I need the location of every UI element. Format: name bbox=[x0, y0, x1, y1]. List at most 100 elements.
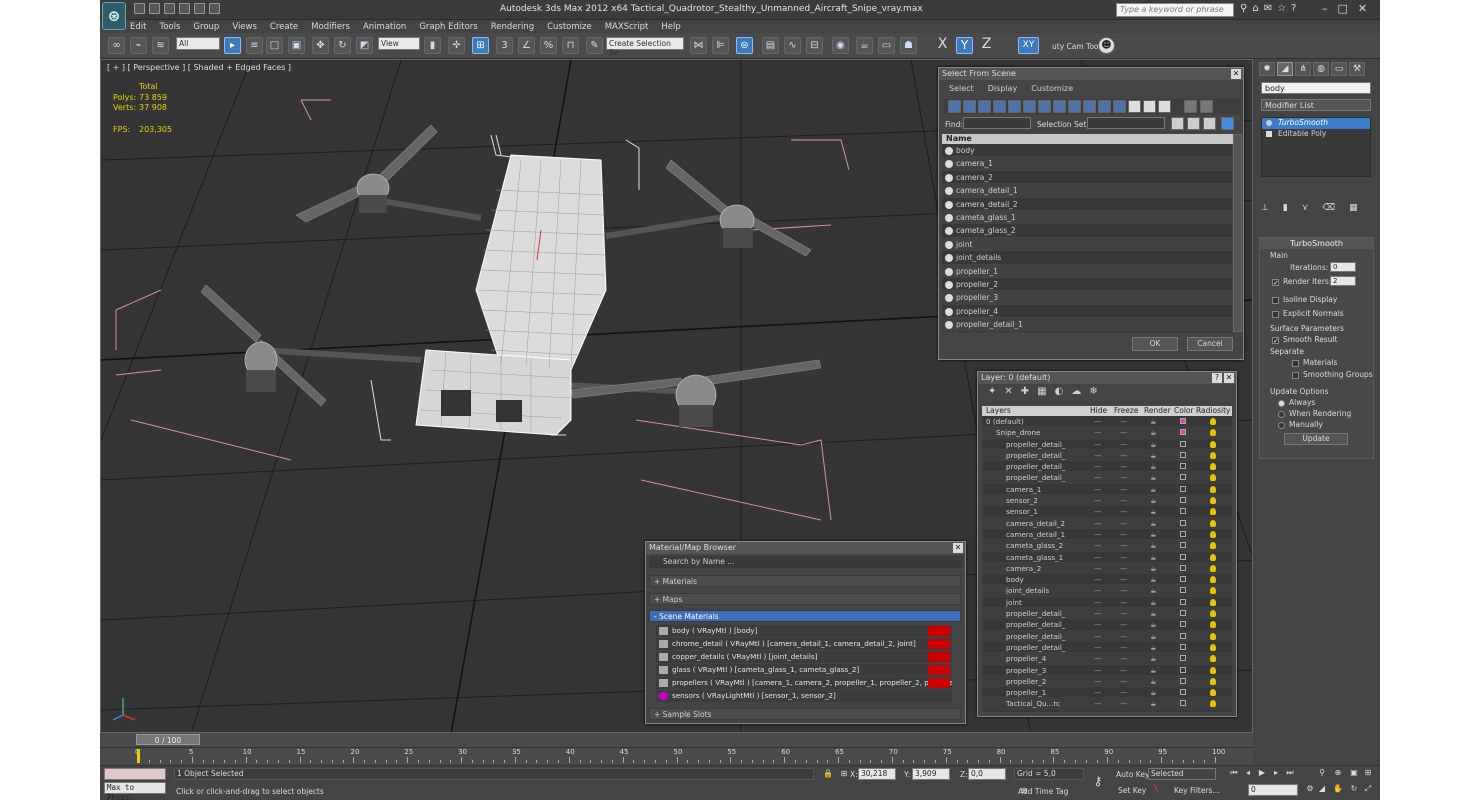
freeze-toggle[interactable]: ---- bbox=[1120, 472, 1127, 483]
axis-y-button[interactable]: Y bbox=[956, 37, 973, 54]
favorites-icon[interactable]: ☆ bbox=[1277, 3, 1286, 14]
freeze-toggle[interactable]: ---- bbox=[1120, 698, 1127, 709]
display-geometry-icon[interactable] bbox=[948, 100, 961, 113]
select-by-name-icon[interactable]: ≡ bbox=[246, 37, 263, 54]
list-item[interactable]: camera_1 bbox=[942, 157, 1232, 171]
pin-stack-icon[interactable]: ⊥ bbox=[1261, 203, 1269, 213]
maximize-icon[interactable]: □ bbox=[1338, 2, 1348, 15]
hide-toggle[interactable]: ---- bbox=[1094, 450, 1101, 461]
freeze-toggle[interactable]: ---- bbox=[1120, 506, 1127, 517]
display-helpers-icon[interactable] bbox=[1008, 100, 1021, 113]
layer-row[interactable]: propeller_detail_ ---- ---- ☕ bbox=[982, 619, 1232, 631]
add-to-layer-icon[interactable]: ✚ bbox=[1021, 386, 1029, 397]
radiosity-bulb-icon[interactable] bbox=[1210, 666, 1216, 674]
layer-color-swatch[interactable] bbox=[1180, 553, 1186, 560]
find-input[interactable] bbox=[963, 117, 1031, 129]
layer-color-swatch[interactable] bbox=[1180, 576, 1186, 583]
sel-set-tool-icon[interactable] bbox=[1203, 117, 1216, 130]
layer-color-swatch[interactable] bbox=[1180, 610, 1186, 617]
render-teapot-icon[interactable]: ☕ bbox=[1150, 506, 1156, 517]
z-coordinate-field[interactable]: 0,0 bbox=[968, 768, 1006, 780]
lock-selection-icon[interactable]: 🔒 bbox=[822, 769, 834, 780]
render-teapot-icon[interactable]: ☕ bbox=[1150, 687, 1156, 698]
freeze-toggle[interactable]: ---- bbox=[1120, 495, 1127, 506]
hide-toggle[interactable]: ---- bbox=[1094, 574, 1101, 585]
render-teapot-icon[interactable]: ☕ bbox=[1150, 585, 1156, 596]
bulb-icon[interactable] bbox=[1266, 120, 1272, 126]
minimize-icon[interactable]: – bbox=[1322, 2, 1328, 15]
color-column-header[interactable]: Color bbox=[1174, 406, 1194, 415]
render-iters-checkbox[interactable]: ✓ Render Iters: bbox=[1272, 277, 1331, 286]
freeze-toggle[interactable]: ---- bbox=[1120, 416, 1127, 427]
orbit-icon[interactable]: ↻ bbox=[1348, 784, 1360, 795]
display-xrefs-icon[interactable] bbox=[1053, 100, 1066, 113]
menu-animation[interactable]: Animation bbox=[363, 22, 406, 32]
hide-toggle[interactable]: ---- bbox=[1094, 495, 1101, 506]
axis-xy-button[interactable]: XY bbox=[1018, 37, 1039, 54]
render-teapot-icon[interactable]: ☕ bbox=[1150, 608, 1156, 619]
previous-frame-icon[interactable]: ◂ bbox=[1242, 768, 1254, 779]
display-lights-icon[interactable] bbox=[978, 100, 991, 113]
freeze-all-icon[interactable]: ❄ bbox=[1089, 386, 1097, 397]
freeze-column-header[interactable]: Freeze bbox=[1114, 406, 1138, 415]
radiosity-bulb-icon[interactable] bbox=[1210, 564, 1216, 572]
material-item[interactable]: sensors ( VRayLightMtl ) [sensor_1, sens… bbox=[656, 690, 952, 702]
layer-row[interactable]: joint_details ---- ---- ☕ bbox=[982, 585, 1232, 597]
maps-group[interactable]: + Maps bbox=[649, 593, 961, 605]
percent-snap-icon[interactable]: % bbox=[540, 37, 557, 54]
time-slider-track[interactable]: 0 / 100 bbox=[100, 733, 1253, 747]
key-icon[interactable]: ⚷ bbox=[1092, 774, 1104, 788]
menu-tools[interactable]: Tools bbox=[159, 22, 180, 32]
render-teapot-icon[interactable]: ☕ bbox=[1150, 427, 1156, 438]
freeze-toggle[interactable]: ---- bbox=[1120, 540, 1127, 551]
render-column-header[interactable]: Render bbox=[1144, 406, 1171, 415]
radiosity-bulb-icon[interactable] bbox=[1210, 643, 1216, 651]
material-item[interactable]: copper_details ( VRayMtl ) [joint_detail… bbox=[656, 651, 952, 663]
axis-z-button[interactable]: Z bbox=[978, 37, 995, 54]
hide-toggle[interactable]: ---- bbox=[1094, 619, 1101, 630]
render-iters-spinner[interactable]: 2 bbox=[1330, 276, 1356, 286]
render-teapot-icon[interactable]: ☕ bbox=[1150, 472, 1156, 483]
freeze-toggle[interactable]: ---- bbox=[1120, 427, 1127, 438]
key-filters-button[interactable]: Key Filters... bbox=[1174, 786, 1220, 795]
display-groups-icon[interactable] bbox=[1038, 100, 1051, 113]
window-crossing-icon[interactable]: ▣ bbox=[288, 37, 305, 54]
freeze-toggle[interactable]: ---- bbox=[1120, 585, 1127, 596]
smooth-result-checkbox[interactable]: ✓ Smooth Result bbox=[1272, 335, 1338, 344]
radiosity-bulb-icon[interactable] bbox=[1210, 508, 1216, 516]
menu-help[interactable]: Help bbox=[661, 22, 680, 32]
layer-manager-icon[interactable]: ▤ bbox=[762, 37, 779, 54]
save-file-icon[interactable] bbox=[164, 3, 175, 14]
manually-radio[interactable]: Manually bbox=[1278, 420, 1323, 429]
update-button[interactable]: Update bbox=[1284, 433, 1348, 445]
radiosity-bulb-icon[interactable] bbox=[1210, 632, 1216, 640]
zoom-all-icon[interactable]: ⊕ bbox=[1332, 768, 1344, 779]
layer-color-swatch[interactable] bbox=[1180, 587, 1186, 594]
modify-tab-icon[interactable]: ◢ bbox=[1277, 62, 1293, 76]
hide-toggle[interactable]: ---- bbox=[1094, 552, 1101, 563]
layer-row[interactable]: propeller_detail_ ---- ---- ☕ bbox=[982, 641, 1232, 654]
set-key-button[interactable]: Set Key bbox=[1118, 786, 1146, 795]
display-spacewarps-icon[interactable] bbox=[1023, 100, 1036, 113]
pivot-center-icon[interactable]: ▮ bbox=[424, 37, 441, 54]
freeze-toggle[interactable]: ---- bbox=[1120, 518, 1127, 529]
layer-color-swatch[interactable] bbox=[1180, 564, 1186, 571]
key-mode-dropdown[interactable]: Selected bbox=[1148, 768, 1216, 780]
keyboard-shortcut-icon[interactable]: ⊞ bbox=[472, 37, 489, 54]
radiosity-bulb-icon[interactable] bbox=[1210, 474, 1216, 482]
name-column-header[interactable]: Name bbox=[942, 134, 1234, 144]
hide-toggle[interactable]: ---- bbox=[1094, 676, 1101, 687]
menu-edit[interactable]: Edit bbox=[130, 22, 146, 32]
radiosity-bulb-icon[interactable] bbox=[1210, 587, 1216, 595]
rollout-title[interactable]: TurboSmooth bbox=[1260, 238, 1373, 249]
layer-row[interactable]: camera_1 ---- ---- ☕ bbox=[982, 483, 1232, 496]
list-item[interactable]: cameta_glass_2 bbox=[942, 224, 1232, 238]
render-teapot-icon[interactable]: ☕ bbox=[1150, 416, 1156, 427]
layer-color-swatch[interactable] bbox=[1180, 677, 1186, 684]
angle-snap-icon[interactable]: ∠ bbox=[518, 37, 535, 54]
material-search-input[interactable]: Search by Name ... bbox=[649, 556, 963, 568]
play-icon[interactable]: ▶ bbox=[1256, 768, 1268, 779]
hide-toggle[interactable]: ---- bbox=[1094, 642, 1101, 653]
render-teapot-icon[interactable]: ☕ bbox=[1150, 631, 1156, 642]
menu-group[interactable]: Group bbox=[193, 22, 219, 32]
